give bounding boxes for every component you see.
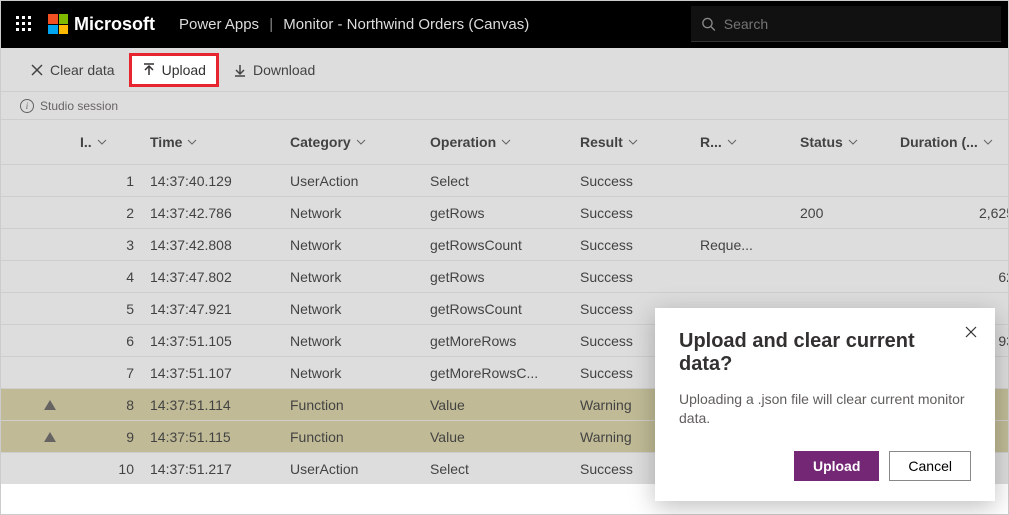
- upload-dialog: Upload and clear current data? Uploading…: [655, 308, 995, 501]
- cell-time: 14:37:51.115: [150, 429, 290, 445]
- cell-idx: 6: [80, 333, 150, 349]
- cell-time: 14:37:47.921: [150, 301, 290, 317]
- toolbar: Clear data Upload Download: [0, 48, 1009, 92]
- col-status[interactable]: Status: [800, 134, 900, 150]
- col-operation[interactable]: Operation: [430, 134, 580, 150]
- cell-operation: getMoreRowsC...: [430, 365, 580, 381]
- cell-time: 14:37:42.808: [150, 237, 290, 253]
- table-row[interactable]: 314:37:42.808NetworkgetRowsCountSuccessR…: [0, 228, 1009, 260]
- cell-operation: getMoreRows: [430, 333, 580, 349]
- warning-icon: [20, 400, 80, 410]
- cell-category: Network: [290, 269, 430, 285]
- cell-result: Success: [580, 237, 700, 253]
- cell-r: Reque...: [700, 237, 800, 253]
- page-title: Monitor - Northwind Orders (Canvas): [283, 16, 529, 33]
- app-header: Microsoft Power Apps | Monitor - Northwi…: [0, 0, 1009, 48]
- breadcrumb: Power Apps | Monitor - Northwind Orders …: [179, 16, 529, 33]
- download-button[interactable]: Download: [223, 56, 325, 84]
- table-row[interactable]: 214:37:42.786NetworkgetRowsSuccess 2002,6…: [0, 196, 1009, 228]
- cell-idx: 10: [80, 461, 150, 477]
- search-box[interactable]: [691, 6, 1001, 42]
- cell-result: Success: [580, 269, 700, 285]
- cell-category: Network: [290, 333, 430, 349]
- cell-operation: Select: [430, 173, 580, 189]
- brand-text: Microsoft: [74, 14, 155, 35]
- upload-button[interactable]: Upload: [129, 53, 219, 87]
- cell-time: 14:37:51.107: [150, 365, 290, 381]
- cell-idx: 8: [80, 397, 150, 413]
- cell-operation: getRowsCount: [430, 301, 580, 317]
- waffle-icon[interactable]: [8, 8, 40, 40]
- cell-category: Network: [290, 301, 430, 317]
- cell-idx: 7: [80, 365, 150, 381]
- cell-operation: Value: [430, 429, 580, 445]
- cell-duration: 2,625: [900, 205, 1009, 221]
- dialog-close-button[interactable]: [961, 322, 981, 342]
- chevron-down-icon: [726, 136, 738, 148]
- dialog-title: Upload and clear current data?: [679, 330, 971, 376]
- microsoft-logo-icon: [48, 14, 68, 34]
- chevron-down-icon: [186, 136, 198, 148]
- chevron-down-icon: [627, 136, 639, 148]
- chevron-down-icon: [982, 136, 994, 148]
- chevron-down-icon: [96, 136, 108, 148]
- chevron-down-icon: [355, 136, 367, 148]
- cell-time: 14:37:51.217: [150, 461, 290, 477]
- cell-category: Network: [290, 237, 430, 253]
- col-idx[interactable]: I..: [80, 134, 150, 150]
- cell-category: UserAction: [290, 461, 430, 477]
- col-r[interactable]: R...: [700, 134, 800, 150]
- col-result[interactable]: Result: [580, 134, 700, 150]
- close-icon: [964, 325, 978, 339]
- microsoft-logo[interactable]: Microsoft: [48, 14, 155, 35]
- col-time[interactable]: Time: [150, 134, 290, 150]
- dialog-upload-button[interactable]: Upload: [794, 451, 879, 481]
- product-name[interactable]: Power Apps: [179, 16, 259, 33]
- cell-category: Network: [290, 365, 430, 381]
- search-input[interactable]: [724, 16, 991, 32]
- cell-operation: getRowsCount: [430, 237, 580, 253]
- cell-result: Success: [580, 173, 700, 189]
- cell-time: 14:37:51.105: [150, 333, 290, 349]
- info-icon: i: [20, 99, 34, 113]
- cell-duration: 62: [900, 269, 1009, 285]
- cell-idx: 9: [80, 429, 150, 445]
- col-duration[interactable]: Duration (...: [900, 134, 1009, 150]
- session-label: Studio session: [40, 99, 118, 113]
- dialog-body: Uploading a .json file will clear curren…: [679, 390, 971, 429]
- clear-data-button[interactable]: Clear data: [20, 56, 125, 84]
- cell-idx: 1: [80, 173, 150, 189]
- cell-time: 14:37:47.802: [150, 269, 290, 285]
- warning-icon: [20, 432, 80, 442]
- cell-operation: getRows: [430, 269, 580, 285]
- chevron-down-icon: [500, 136, 512, 148]
- col-category[interactable]: Category: [290, 134, 430, 150]
- search-icon: [701, 16, 716, 32]
- status-bar: i Studio session: [0, 92, 1009, 120]
- cell-time: 14:37:42.786: [150, 205, 290, 221]
- cell-category: UserAction: [290, 173, 430, 189]
- cell-time: 14:37:40.129: [150, 173, 290, 189]
- cell-time: 14:37:51.114: [150, 397, 290, 413]
- table-header: I.. Time Category Operation Result R... …: [0, 120, 1009, 164]
- cell-category: Function: [290, 429, 430, 445]
- cell-idx: 3: [80, 237, 150, 253]
- cell-idx: 4: [80, 269, 150, 285]
- table-row[interactable]: 114:37:40.129UserActionSelectSuccess: [0, 164, 1009, 196]
- cell-operation: getRows: [430, 205, 580, 221]
- chevron-down-icon: [847, 136, 859, 148]
- cell-idx: 2: [80, 205, 150, 221]
- cell-status: 200: [800, 205, 900, 221]
- table-row[interactable]: 414:37:47.802NetworkgetRowsSuccess 62: [0, 260, 1009, 292]
- upload-icon: [142, 63, 156, 77]
- cell-operation: Value: [430, 397, 580, 413]
- cell-category: Function: [290, 397, 430, 413]
- cell-result: Success: [580, 205, 700, 221]
- cell-category: Network: [290, 205, 430, 221]
- close-icon: [30, 63, 44, 77]
- cell-operation: Select: [430, 461, 580, 477]
- download-icon: [233, 63, 247, 77]
- dialog-cancel-button[interactable]: Cancel: [889, 451, 971, 481]
- cell-idx: 5: [80, 301, 150, 317]
